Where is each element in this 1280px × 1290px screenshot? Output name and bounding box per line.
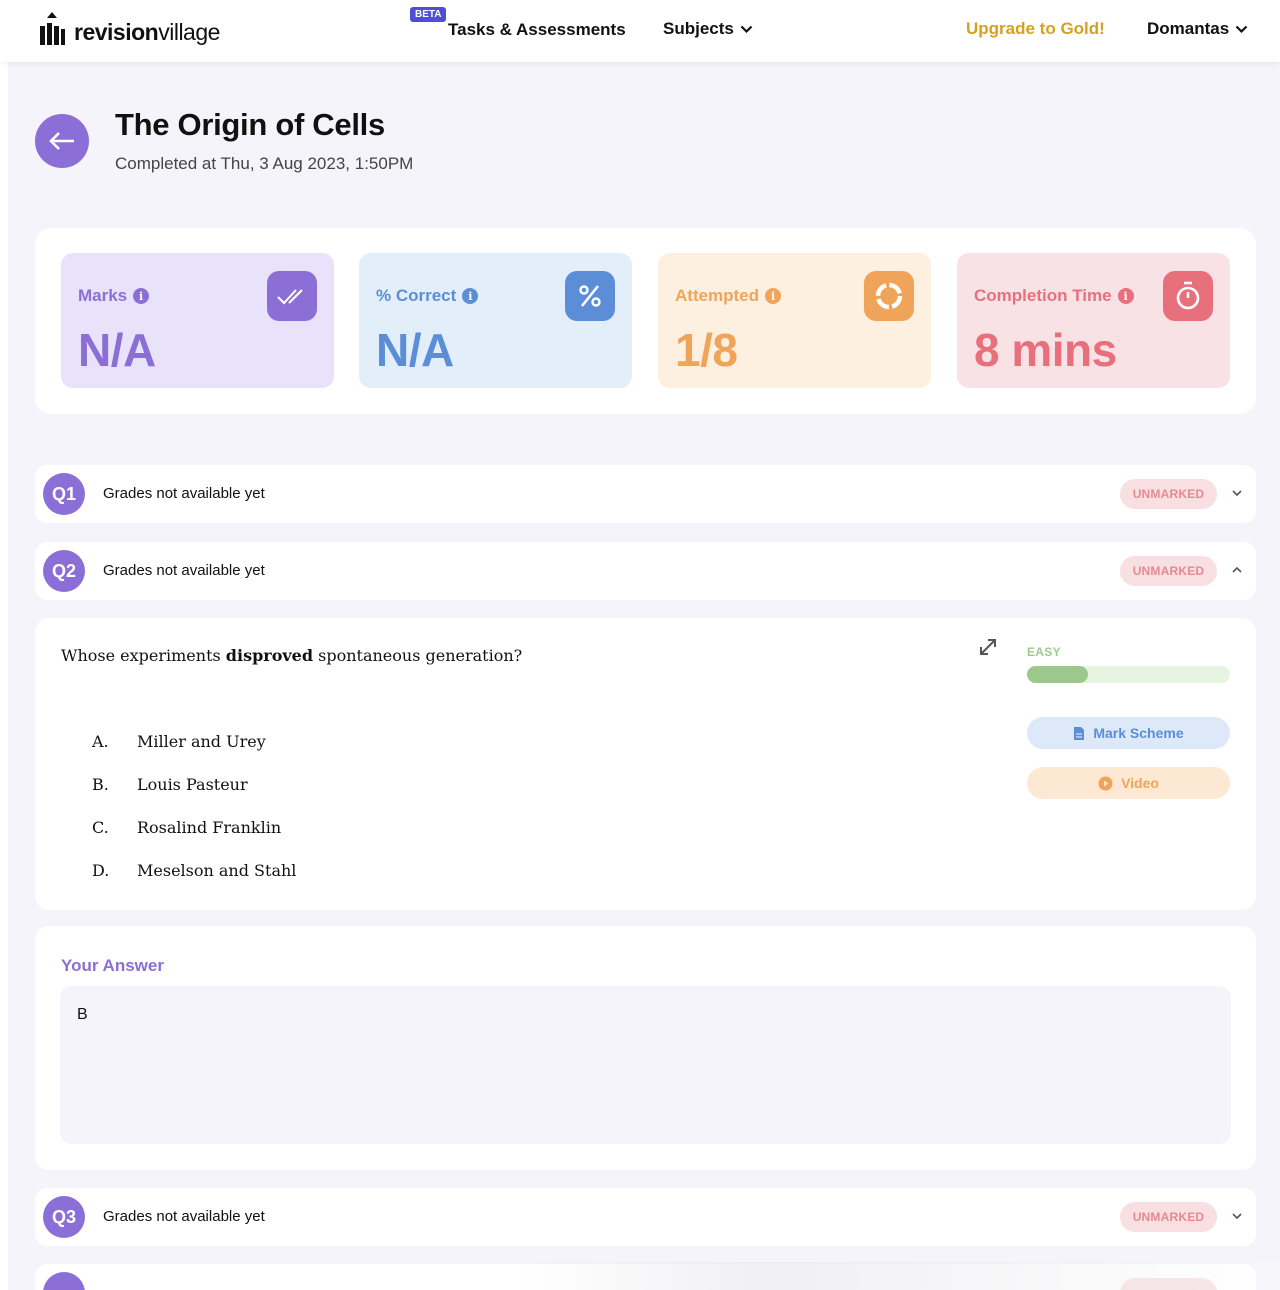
question-badge: Q3 [43,1196,85,1238]
stat-percent-label: % Correct i [376,286,479,306]
upgrade-link[interactable]: Upgrade to Gold! [966,19,1105,39]
user-menu-dropdown[interactable]: Domantas [1147,19,1248,39]
your-answer-card: Your Answer B [35,926,1256,1170]
question-body: Whose experiments disproved spontaneous … [35,618,1256,910]
question-row-q4[interactable] [35,1264,1256,1290]
stat-percent-correct: % Correct i N/A [359,253,632,388]
nav-subjects-label: Subjects [663,19,734,38]
question-badge: Q2 [43,550,85,592]
info-icon[interactable]: i [1117,288,1134,304]
chevron-down-icon[interactable] [1231,1210,1243,1222]
beta-badge: BETA [410,7,447,22]
nav-subjects-dropdown[interactable]: Subjects [663,19,753,39]
nav-tasks-assessments[interactable]: Tasks & Assessments [448,20,626,40]
stopwatch-icon [1163,271,1213,321]
question-status-text: Grades not available yet [103,562,265,579]
question-row-q1[interactable]: Q1 Grades not available yet UNMARKED [35,465,1256,523]
stat-attempted: Attempted i 1/8 [658,253,931,388]
logo[interactable]: revisionvillage [38,12,220,46]
arrow-left-icon [49,132,74,150]
stats-card: Marks i N/A % Correct i N/A Attempted i 1/8… [35,228,1256,414]
status-badge: UNMARKED [1120,479,1217,509]
your-answer-title: Your Answer [61,956,164,975]
question-prompt: Whose experiments disproved spontaneous … [61,646,523,665]
stat-marks-label: Marks i [78,286,150,306]
stat-completion-time: Completion Time i 8 mins [957,253,1230,388]
info-icon[interactable]: i [765,288,782,304]
chevron-up-icon[interactable] [1231,564,1243,576]
answer-value: B [77,1006,88,1023]
info-icon[interactable]: i [133,288,150,304]
option-a: A. Miller and Urey [92,732,266,751]
chevron-down-icon [740,25,753,33]
chevron-down-icon [1235,25,1248,33]
stat-attempted-label: Attempted i [675,286,782,306]
question-row-q3[interactable]: Q3 Grades not available yet UNMARKED [35,1188,1256,1246]
stat-marks-value: N/A [78,324,156,376]
top-nav: revisionvillage BETA Tasks & Assessments… [0,0,1280,62]
stat-time-label: Completion Time i [974,286,1134,306]
status-badge [1120,1278,1217,1290]
document-icon [1074,726,1085,740]
difficulty-bar-fill [1027,666,1088,683]
answer-box: B [60,986,1231,1144]
option-c: C. Rosalind Franklin [92,818,282,837]
status-badge: UNMARKED [1120,1202,1217,1232]
stat-marks: Marks i N/A [61,253,334,388]
village-logo-icon [40,12,65,45]
question-row-q2[interactable]: Q2 Grades not available yet UNMARKED [35,542,1256,600]
difficulty-label: EASY [1027,645,1061,659]
progress-ring-icon [864,271,914,321]
play-circle-icon [1098,776,1113,790]
option-d: D. Meselson and Stahl [92,861,297,880]
percent-icon [565,271,615,321]
video-button[interactable]: Video [1027,767,1230,799]
chevron-down-icon[interactable] [1231,487,1243,499]
page-title: The Origin of Cells [115,107,385,142]
stat-attempted-value: 1/8 [675,324,738,376]
stat-time-value: 8 mins [974,324,1117,376]
logo-text: revisionvillage [74,19,220,45]
option-b: B. Louis Pasteur [92,775,248,794]
question-badge [43,1272,85,1290]
info-icon[interactable]: i [462,288,479,304]
mark-scheme-button[interactable]: Mark Scheme [1027,717,1230,749]
status-badge: UNMARKED [1120,556,1217,586]
double-check-icon [267,271,317,321]
question-badge: Q1 [43,473,85,515]
stat-percent-value: N/A [376,324,454,376]
question-status-text: Grades not available yet [103,1208,265,1225]
expand-icon[interactable] [977,636,999,658]
completed-timestamp: Completed at Thu, 3 Aug 2023, 1:50PM [115,154,414,173]
back-button[interactable] [35,114,89,168]
user-name: Domantas [1147,19,1230,38]
question-status-text: Grades not available yet [103,485,265,502]
difficulty-bar [1027,666,1230,683]
